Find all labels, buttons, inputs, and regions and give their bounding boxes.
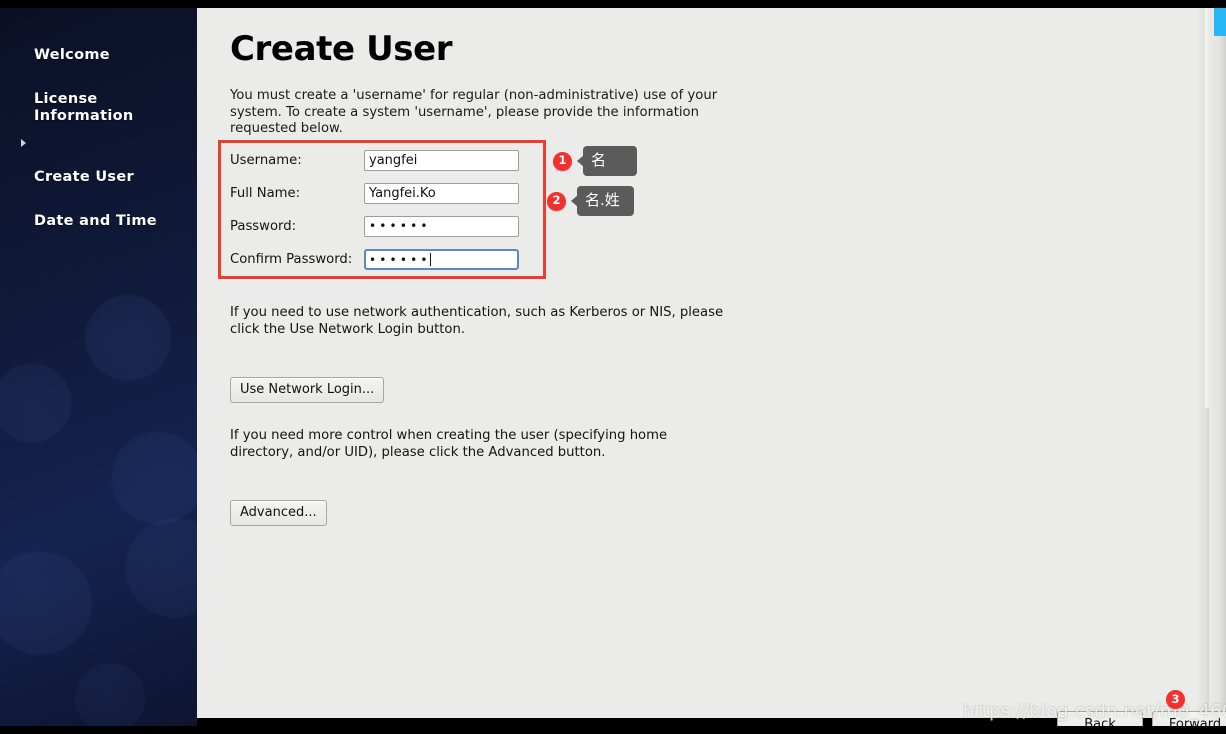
fullname-label: Full Name: xyxy=(230,186,301,201)
sidebar-nav-list: Welcome License Information Create User … xyxy=(0,28,197,238)
advanced-button[interactable]: Advanced... xyxy=(230,500,327,526)
sidebar-item-label: License Information xyxy=(34,91,134,124)
sidebar-item-create-user[interactable]: Create User xyxy=(0,133,197,188)
sidebar-item-welcome[interactable]: Welcome xyxy=(0,28,197,66)
sidebar-item-date-and-time[interactable]: Date and Time xyxy=(0,194,197,232)
page-scrollbar-thumb[interactable] xyxy=(1214,8,1226,36)
use-network-login-button[interactable]: Use Network Login... xyxy=(230,377,385,403)
form-row-username: Username: xyxy=(230,149,519,172)
form-row-confirm-password: Confirm Password: •••••• xyxy=(230,248,519,271)
advanced-info-paragraph: If you need more control when creating t… xyxy=(230,428,668,460)
text-cursor xyxy=(429,253,431,266)
sidebar: Welcome License Information Create User … xyxy=(0,8,197,726)
confirm-password-masked-value: •••••• xyxy=(369,253,431,267)
inner-scrollbar-track[interactable] xyxy=(1205,8,1209,408)
bottom-black-bar xyxy=(0,726,1226,734)
annotation-badge-3: 3 xyxy=(1166,690,1185,709)
password-input[interactable]: •••••• xyxy=(364,216,519,237)
page-scrollbar-track[interactable] xyxy=(1209,8,1226,726)
top-black-bar xyxy=(0,0,1226,8)
create-user-form: Username: Full Name: Password: •••••• Co… xyxy=(230,149,519,271)
annotation-callout-1: 1 名 xyxy=(553,146,637,176)
password-masked-value: •••••• xyxy=(369,219,431,233)
page-title: Create User xyxy=(230,29,453,69)
confirm-password-label: Confirm Password: xyxy=(230,252,353,267)
annotation-badge-2: 2 xyxy=(547,191,566,211)
sidebar-item-label: Create User xyxy=(34,169,134,185)
intro-paragraph: You must create a 'username' for regular… xyxy=(230,88,718,136)
sidebar-item-label: Date and Time xyxy=(34,213,157,229)
confirm-password-input[interactable]: •••••• xyxy=(364,249,519,270)
annotation-bubble-wrap-2: 名.姓 xyxy=(571,186,634,216)
chevron-right-icon xyxy=(21,139,26,147)
annotation-bubble-1: 名 xyxy=(583,146,637,176)
form-row-fullname: Full Name: xyxy=(230,182,519,205)
fullname-input[interactable] xyxy=(364,183,519,204)
password-label: Password: xyxy=(230,219,297,234)
username-input[interactable] xyxy=(364,150,519,171)
username-label: Username: xyxy=(230,153,302,168)
annotation-bubble-wrap-1: 名 xyxy=(577,146,637,176)
annotation-badge-1: 1 xyxy=(553,151,572,171)
annotation-callout-2: 2 名.姓 xyxy=(547,186,634,216)
network-auth-paragraph: If you need to use network authenticatio… xyxy=(230,305,724,337)
main-content: Create User You must create a 'username'… xyxy=(197,8,1209,718)
annotation-bubble-2: 名.姓 xyxy=(577,186,634,216)
installer-window: Welcome License Information Create User … xyxy=(0,0,1226,734)
sidebar-item-license-information[interactable]: License Information xyxy=(0,72,197,127)
form-row-password: Password: •••••• xyxy=(230,215,519,238)
sidebar-item-label: Welcome xyxy=(34,47,110,63)
